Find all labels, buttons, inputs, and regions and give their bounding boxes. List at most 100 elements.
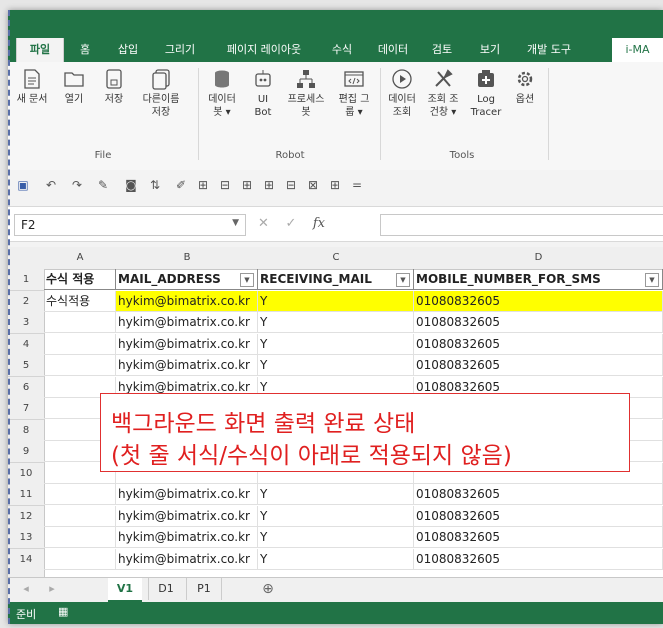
row-header[interactable]: 8 (8, 419, 45, 442)
table-cell[interactable]: hykim@bimatrix.co.kr (116, 505, 258, 527)
row-header[interactable]: 7 (8, 398, 45, 420)
table-cell[interactable]: Y (258, 484, 414, 505)
sort-icon[interactable]: ⇅ (148, 178, 162, 192)
table-cell[interactable] (44, 527, 116, 548)
table-cell[interactable]: Y (258, 548, 414, 570)
row-header[interactable]: 3 (8, 312, 45, 334)
sheet-tab-d1[interactable]: D1 (148, 578, 183, 600)
macro-icon[interactable]: ✎ (96, 178, 110, 192)
redo-icon[interactable]: ↷ (70, 178, 84, 192)
column-header-d[interactable]: D (414, 247, 663, 270)
column-header-c[interactable]: C (258, 247, 415, 270)
data-query-button[interactable]: 데이터 조회 (384, 68, 420, 119)
header-cell[interactable]: 수식 적용 (44, 269, 116, 290)
tab-developer[interactable]: 개발 도구 (516, 38, 582, 62)
row-header[interactable]: 11 (8, 484, 45, 506)
new-document-button[interactable]: 새 문서 (12, 68, 52, 106)
row-header[interactable] (8, 570, 45, 577)
log-tracer-button[interactable]: Log Tracer (466, 68, 506, 119)
table-cell[interactable]: hykim@bimatrix.co.kr (116, 333, 258, 355)
sheet-tab-p1[interactable]: P1 (186, 578, 222, 600)
header-cell[interactable]: MAIL_ADDRESS ▼ (116, 269, 258, 290)
row-header[interactable]: 13 (8, 527, 45, 549)
row-header[interactable]: 4 (8, 333, 45, 356)
header-cell[interactable]: RECEIVING_MAIL ▼ (258, 269, 414, 290)
table-cell[interactable]: 01080832605 (414, 333, 663, 355)
table-cell[interactable]: 01080832605 (414, 355, 663, 376)
row-header[interactable]: 1 (8, 269, 45, 291)
border-icon[interactable]: ⊟ (218, 178, 232, 192)
undo-icon[interactable]: ↶ (44, 178, 58, 192)
save-button[interactable]: 저장 (96, 68, 132, 106)
add-sheet-icon[interactable]: ⊕ (258, 578, 278, 600)
tab-home[interactable]: 홈 (70, 38, 100, 62)
filter-dropdown-icon[interactable]: ▼ (645, 273, 659, 287)
select-all-corner[interactable] (8, 247, 45, 270)
tab-page-layout[interactable]: 페이지 레이아웃 (214, 38, 314, 62)
format-painter-icon[interactable]: ✐ (174, 178, 188, 192)
sheet-tab-v1[interactable]: V1 (108, 578, 142, 602)
border-icon[interactable]: ⊞ (196, 178, 210, 192)
table-cell[interactable]: 01080832605 (414, 548, 663, 570)
row-header[interactable]: 2 (8, 290, 45, 313)
table-cell[interactable]: 01080832605 (414, 484, 663, 505)
tab-formulas[interactable]: 수식 (322, 38, 362, 62)
table-cell[interactable] (44, 333, 116, 355)
options-button[interactable]: 옵션 (510, 68, 540, 106)
table-cell[interactable]: Y (258, 505, 414, 527)
table-cell[interactable]: 01080832605 (414, 527, 663, 548)
edit-group-button[interactable]: 편집 그 룹 ▾ (332, 68, 376, 119)
table-cell[interactable]: hykim@bimatrix.co.kr (116, 484, 258, 505)
table-cell[interactable]: 01080832605 (414, 290, 663, 312)
table-cell[interactable]: Y (258, 290, 414, 312)
row-header[interactable]: 10 (8, 462, 45, 485)
open-button[interactable]: 열기 (56, 68, 92, 106)
save-icon[interactable]: ▣ (16, 178, 30, 192)
scroll-right-icon[interactable]: ▸ (44, 578, 60, 600)
table-cell[interactable] (44, 505, 116, 527)
tab-i-matrix[interactable]: i-MA (612, 38, 663, 62)
filter-dropdown-icon[interactable]: ▼ (240, 273, 254, 287)
scroll-left-icon[interactable]: ◂ (18, 578, 34, 600)
customize-icon[interactable]: = (350, 178, 364, 192)
filter-dropdown-icon[interactable]: ▼ (396, 273, 410, 287)
border-icon[interactable]: ⊟ (284, 178, 298, 192)
table-cell[interactable] (44, 355, 116, 376)
header-cell[interactable]: MOBILE_NUMBER_FOR_SMS ▼ (414, 269, 663, 290)
border-icon[interactable]: ⊞ (262, 178, 276, 192)
table-cell[interactable]: hykim@bimatrix.co.kr (116, 548, 258, 570)
process-bot-button[interactable]: 프로세스 봇 (284, 68, 328, 119)
cancel-icon[interactable]: ✕ (258, 216, 269, 231)
tab-view[interactable]: 보기 (470, 38, 510, 62)
table-cell[interactable]: hykim@bimatrix.co.kr (116, 312, 258, 333)
border-icon[interactable]: ⊞ (328, 178, 342, 192)
table-cell[interactable] (44, 312, 116, 333)
table-cell[interactable]: 01080832605 (414, 505, 663, 527)
table-cell[interactable]: hykim@bimatrix.co.kr (116, 290, 258, 312)
table-cell[interactable]: Y (258, 355, 414, 376)
column-header-b[interactable]: B (116, 247, 259, 270)
table-cell[interactable] (44, 548, 116, 570)
macro-record-icon[interactable]: ▦ (58, 605, 68, 618)
tab-review[interactable]: 검토 (422, 38, 462, 62)
table-cell[interactable]: Y (258, 527, 414, 548)
camera-icon[interactable]: ◙ (124, 178, 138, 192)
row-header[interactable]: 9 (8, 441, 45, 463)
tab-data[interactable]: 데이터 (370, 38, 416, 62)
row-header[interactable]: 5 (8, 355, 45, 377)
table-cell[interactable]: Y (258, 312, 414, 333)
tab-file[interactable]: 파일 (16, 38, 64, 62)
fx-icon[interactable]: fx (313, 216, 325, 231)
row-header[interactable]: 12 (8, 505, 45, 528)
query-condition-button[interactable]: 조회 조 건창 ▾ (422, 68, 464, 119)
tab-insert[interactable]: 삽입 (108, 38, 148, 62)
enter-icon[interactable]: ✓ (285, 216, 296, 231)
freeze-panes-icon[interactable]: ⊠ (306, 178, 320, 192)
name-box[interactable]: F2 ▼ (14, 214, 246, 236)
table-cell[interactable]: 01080832605 (414, 312, 663, 333)
table-cell[interactable]: 수식적용 (44, 290, 116, 312)
save-as-button[interactable]: 다른이름 저장 (136, 68, 186, 119)
row-header[interactable]: 14 (8, 548, 45, 571)
table-cell[interactable] (44, 484, 116, 505)
row-header[interactable]: 6 (8, 376, 45, 399)
